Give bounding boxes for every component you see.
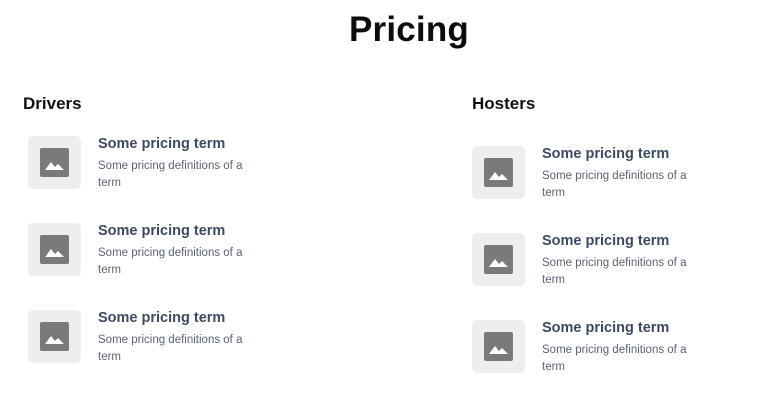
pricing-term-description: Some pricing definitions of a term [98, 334, 243, 363]
hosters-pricing-item: Some pricing term Some pricing definitio… [472, 320, 732, 380]
drivers-pricing-item: Some pricing term Some pricing definitio… [28, 136, 288, 196]
pricing-term-title: Some pricing term [542, 233, 670, 249]
pricing-term-title: Some pricing term [542, 320, 670, 336]
pricing-term-title: Some pricing term [542, 146, 670, 162]
pricing-term-description: Some pricing definitions of a term [98, 160, 243, 189]
drivers-pricing-item: Some pricing term Some pricing definitio… [28, 223, 288, 283]
hosters-heading: Hosters [472, 94, 536, 113]
pricing-term-title: Some pricing term [98, 223, 226, 239]
drivers-column: Drivers Some pricing term Some pricing d… [23, 93, 303, 363]
pricing-term-title: Some pricing term [98, 310, 226, 326]
drivers-heading: Drivers [23, 94, 82, 113]
pricing-term-description: Some pricing definitions of a term [98, 247, 243, 276]
pricing-term-title: Some pricing term [98, 136, 226, 152]
pricing-term-description: Some pricing definitions of a term [542, 344, 687, 373]
image-placeholder-icon [472, 146, 525, 199]
hosters-pricing-item: Some pricing term Some pricing definitio… [472, 233, 732, 293]
hosters-column: Hosters Some pricing term Some pricing d… [472, 93, 752, 373]
drivers-pricing-item: Some pricing term Some pricing definitio… [28, 310, 288, 370]
pricing-term-description: Some pricing definitions of a term [542, 170, 687, 199]
image-placeholder-icon [28, 310, 81, 363]
image-placeholder-icon [28, 223, 81, 276]
hosters-pricing-item: Some pricing term Some pricing definitio… [472, 146, 732, 206]
image-placeholder-icon [28, 136, 81, 189]
page-title: Pricing [348, 10, 470, 49]
image-placeholder-icon [472, 233, 525, 286]
image-placeholder-icon [472, 320, 525, 373]
pricing-term-description: Some pricing definitions of a term [542, 257, 687, 286]
